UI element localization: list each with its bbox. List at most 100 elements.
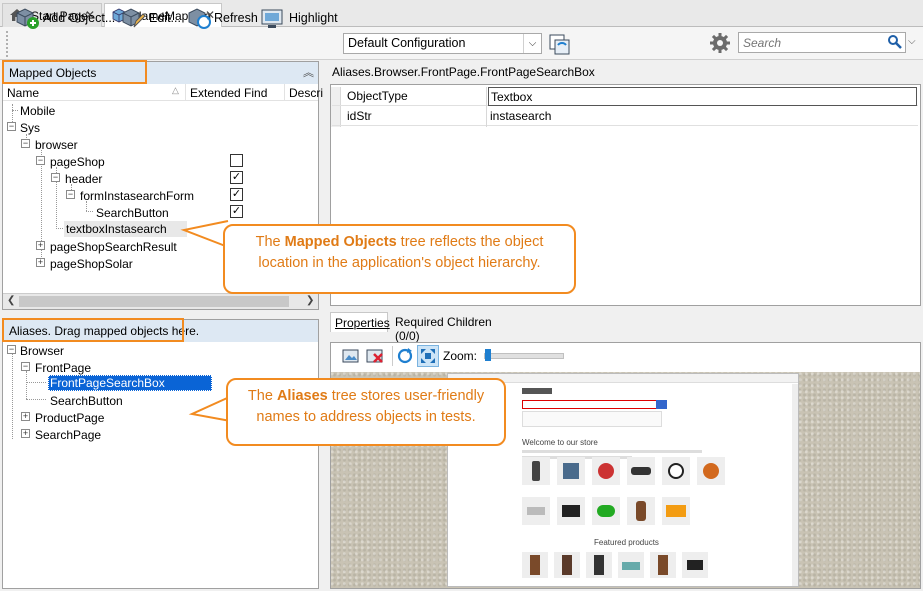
aliases-highlight bbox=[2, 318, 184, 342]
grid-column-divider[interactable] bbox=[486, 87, 487, 127]
alias-item-frontpage-searchbox[interactable]: FrontPageSearchBox bbox=[50, 376, 165, 390]
object-path-bar: Aliases.Browser.FrontPage.FrontPageSearc… bbox=[326, 61, 921, 83]
tab-label: Required Children (0/0) bbox=[395, 315, 492, 343]
tab-label: Properties bbox=[335, 316, 390, 330]
alias-item-frontpage[interactable]: FrontPage bbox=[35, 361, 91, 375]
column-divider[interactable] bbox=[284, 84, 285, 101]
picture-icon bbox=[342, 349, 359, 363]
tab-properties[interactable]: Properties bbox=[330, 312, 390, 332]
scroll-left-icon[interactable]: ❮ bbox=[7, 295, 15, 306]
edit-icon bbox=[120, 6, 146, 30]
tree-item-pageshop-searchresult[interactable]: pageShopSearchResult bbox=[50, 240, 177, 254]
settings-button[interactable] bbox=[708, 31, 732, 55]
column-extended-find[interactable]: Extended Find bbox=[190, 86, 267, 100]
tree-item-pageshop[interactable]: pageShop bbox=[50, 155, 105, 169]
featured-row bbox=[522, 552, 732, 582]
horizontal-scrollbar[interactable]: ❮ ❯ bbox=[3, 293, 318, 309]
refresh-button[interactable]: Refresh bbox=[186, 6, 258, 30]
add-object-button[interactable]: Add Object... bbox=[14, 6, 115, 30]
product-thumb bbox=[522, 552, 548, 578]
scrollbar-thumb[interactable] bbox=[19, 296, 289, 307]
expand-node-icon[interactable]: + bbox=[21, 429, 30, 438]
property-name: idStr bbox=[347, 109, 372, 123]
sync-configurations-icon bbox=[549, 34, 570, 55]
tree-item-mobile[interactable]: Mobile bbox=[20, 104, 55, 118]
property-row[interactable]: idStr instasearch bbox=[332, 107, 918, 126]
configuration-dropdown[interactable]: Default Configuration ⌵ bbox=[343, 33, 542, 54]
property-value: instasearch bbox=[490, 109, 552, 123]
add-object-icon bbox=[14, 6, 40, 30]
extended-find-checkbox[interactable] bbox=[230, 154, 243, 167]
callout-bold: Aliases bbox=[276, 388, 328, 404]
column-divider[interactable] bbox=[185, 84, 186, 101]
welcome-text: Welcome to our store bbox=[522, 438, 598, 447]
collapse-node-icon[interactable]: − bbox=[7, 122, 16, 131]
tree-item-search-button[interactable]: SearchButton bbox=[96, 206, 169, 220]
alias-item-searchpage[interactable]: SearchPage bbox=[35, 428, 101, 442]
product-thumb bbox=[592, 457, 620, 485]
tree-item-sys[interactable]: Sys bbox=[20, 121, 40, 135]
tree-item-browser[interactable]: browser bbox=[35, 138, 78, 152]
highlight-label: Highlight bbox=[289, 11, 338, 25]
expand-node-icon[interactable]: + bbox=[21, 412, 30, 421]
expand-node-icon[interactable]: + bbox=[36, 258, 45, 267]
tree-line bbox=[56, 228, 63, 229]
expand-icon bbox=[421, 349, 435, 363]
manage-configurations-button[interactable] bbox=[546, 31, 572, 57]
extended-find-checkbox[interactable]: ✓ bbox=[230, 205, 243, 218]
alias-item-productpage[interactable]: ProductPage bbox=[35, 411, 104, 425]
product-thumb bbox=[522, 457, 550, 485]
collapse-node-icon[interactable]: − bbox=[7, 345, 16, 354]
collapse-icon[interactable]: ︽ bbox=[303, 64, 314, 80]
callout-bold: Mapped Objects bbox=[284, 234, 397, 250]
toolbar-grip[interactable] bbox=[6, 31, 8, 57]
collapse-node-icon[interactable]: − bbox=[21, 362, 30, 371]
highlight-button[interactable]: Highlight bbox=[260, 6, 338, 30]
add-object-label: Add Object... bbox=[43, 11, 116, 25]
fit-to-window-button[interactable] bbox=[417, 345, 439, 367]
text-line bbox=[522, 450, 702, 453]
refresh-icon bbox=[186, 6, 212, 30]
product-thumb bbox=[592, 497, 620, 525]
toolbar-overflow-icon[interactable]: ⌵ bbox=[908, 36, 918, 50]
product-row bbox=[522, 497, 722, 529]
product-thumb bbox=[627, 457, 655, 485]
extended-find-checkbox[interactable]: ✓ bbox=[230, 188, 243, 201]
chevron-down-icon[interactable]: ⌵ bbox=[523, 34, 541, 53]
product-thumb bbox=[557, 497, 585, 525]
column-name[interactable]: Name bbox=[7, 86, 39, 100]
remove-image-button[interactable] bbox=[365, 346, 385, 366]
extended-find-checkbox[interactable]: ✓ bbox=[230, 171, 243, 184]
search-input[interactable] bbox=[741, 34, 881, 51]
scroll-right-icon[interactable]: ❯ bbox=[306, 295, 314, 306]
tree-item-form-instasearch[interactable]: formInstasearchForm bbox=[80, 189, 194, 203]
zoom-slider[interactable] bbox=[484, 353, 564, 359]
search-icon[interactable] bbox=[887, 34, 903, 53]
collapse-node-icon[interactable]: − bbox=[21, 139, 30, 148]
edit-label: Edit... bbox=[149, 11, 181, 25]
product-thumb bbox=[662, 457, 690, 485]
search-dropdown bbox=[522, 411, 662, 427]
alias-item-search-button[interactable]: SearchButton bbox=[50, 394, 123, 408]
property-value-cell[interactable]: Textbox bbox=[488, 87, 917, 106]
alias-item-browser[interactable]: Browser bbox=[20, 344, 64, 358]
tree-item-header[interactable]: header bbox=[65, 172, 102, 186]
product-thumb bbox=[554, 552, 580, 578]
property-name: ObjectType bbox=[347, 89, 408, 103]
callout-text: The bbox=[255, 234, 285, 250]
tree-item-pageshop-solar[interactable]: pageShopSolar bbox=[50, 257, 133, 271]
zoom-slider-thumb[interactable] bbox=[485, 349, 491, 361]
edit-button[interactable]: Edit... bbox=[120, 6, 181, 30]
image-mode-button[interactable] bbox=[341, 346, 361, 366]
tab-required-children[interactable]: Required Children (0/0) bbox=[390, 312, 512, 343]
collapse-node-icon[interactable]: − bbox=[66, 190, 75, 199]
collapse-node-icon[interactable]: − bbox=[51, 173, 60, 182]
refresh-image-button[interactable] bbox=[395, 346, 415, 366]
product-thumb bbox=[557, 457, 585, 485]
tree-item-textbox-instasearch[interactable]: textboxInstasearch bbox=[66, 222, 167, 236]
tree-line bbox=[26, 399, 46, 400]
column-description[interactable]: Descri bbox=[289, 86, 323, 100]
toolbar-separator bbox=[392, 346, 393, 366]
expand-node-icon[interactable]: + bbox=[36, 241, 45, 250]
collapse-node-icon[interactable]: − bbox=[36, 156, 45, 165]
